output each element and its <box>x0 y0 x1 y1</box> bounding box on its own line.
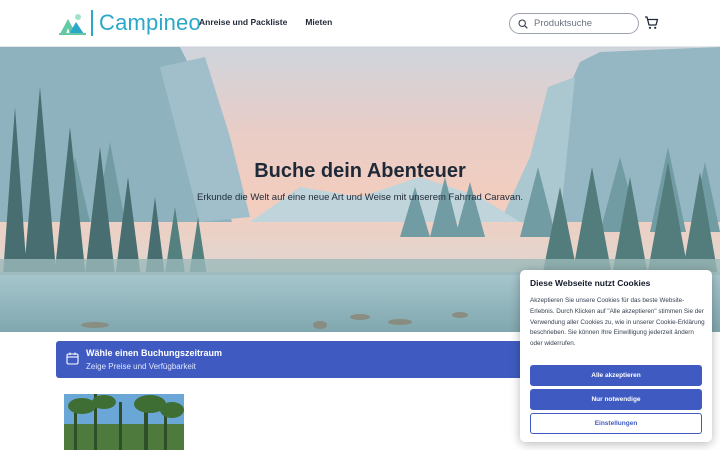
necessary-only-button[interactable]: Nur notwendige <box>530 389 702 410</box>
search-box[interactable] <box>509 13 639 34</box>
logo-divider <box>91 10 93 36</box>
search-input[interactable] <box>534 18 634 29</box>
accept-all-button[interactable]: Alle akzeptieren <box>530 365 702 386</box>
cart-icon[interactable] <box>644 15 659 30</box>
booking-subtitle: Zeige Preise und Verfügbarkeit <box>86 362 196 371</box>
nav-link-rent[interactable]: Mieten <box>305 17 332 27</box>
nav-link-arrival-packing[interactable]: Anreise und Packliste <box>199 17 287 27</box>
search-icon <box>518 18 528 29</box>
hero-title: Buche dein Abenteuer <box>254 160 466 182</box>
logo-text: Campineo <box>99 10 201 35</box>
cookie-title: Diese Webseite nutzt Cookies <box>530 278 651 288</box>
calendar-icon <box>66 352 79 365</box>
logo[interactable]: Campineo <box>58 8 201 38</box>
forest-photo <box>64 394 184 450</box>
site-header: Campineo Anreise und Packliste Mieten <box>0 0 720 47</box>
cookie-consent-dialog: Diese Webseite nutzt Cookies Akzeptieren… <box>520 270 712 442</box>
logo-tents-icon <box>59 14 86 35</box>
product-image[interactable] <box>64 394 184 450</box>
cookie-settings-button[interactable]: Einstellungen <box>530 413 702 434</box>
cookie-text: Akzeptieren Sie unsere Cookies für das b… <box>530 297 705 348</box>
booking-title: Wähle einen Buchungszeitraum <box>86 348 223 358</box>
hero-subtitle: Erkunde die Welt auf eine neue Art und W… <box>197 192 523 203</box>
main-nav: Anreise und Packliste Mieten <box>199 17 332 27</box>
